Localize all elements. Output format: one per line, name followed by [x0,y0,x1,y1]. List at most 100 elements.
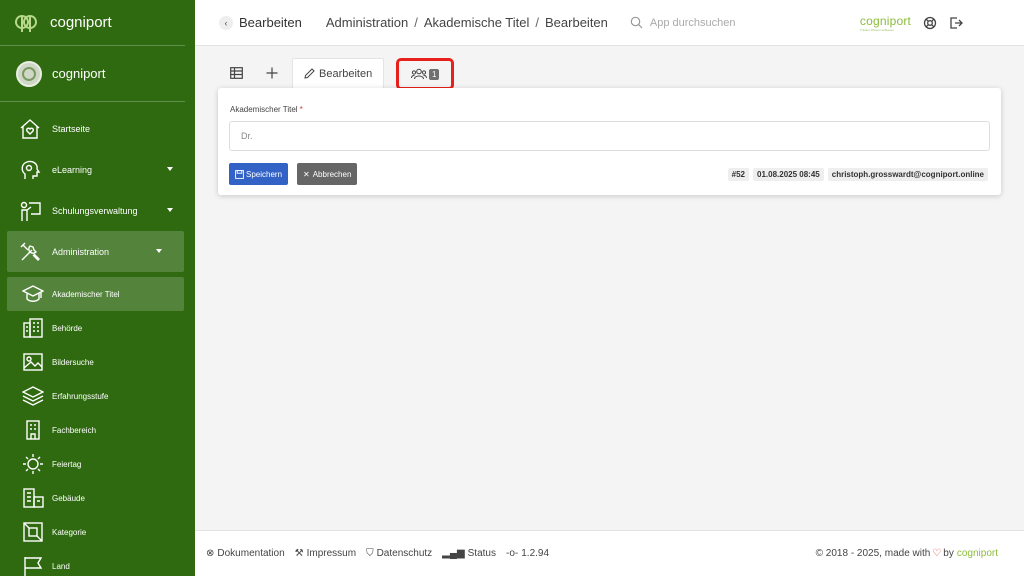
version-label: 1.2.94 [521,548,550,559]
sidebar-item-label: Startseite [52,123,91,134]
sidebar-item-administration[interactable]: Administration [7,231,184,272]
save-icon [235,169,244,179]
sidebar-item-label: eLearning [52,164,93,175]
chevron-down-icon [167,208,173,212]
top-header: ‹ Bearbeiten Administration / Akademisch… [195,0,1024,46]
buildings-icon [22,487,44,509]
sidebar-subitem-gebaeude[interactable]: Gebäude [0,481,195,515]
cancel-button[interactable]: ✕ Abbrechen [297,163,358,185]
tools-icon [18,240,42,264]
heart-icon: ♡ [932,548,942,559]
avatar [16,60,42,87]
footer-link-label: Impressum [306,548,357,559]
building-icon [22,317,44,339]
sidebar-item-label: Kategorie [52,527,87,537]
save-button[interactable]: Speichern [229,163,289,185]
sidebar-item-startseite[interactable]: Startseite [0,108,195,149]
lifebuoy-icon: ⊗ [206,548,215,559]
footer-link-datenschutz[interactable]: ⛉ Datenschutz [366,548,432,559]
main-content: Bearbeiten 1 Akademischer Titel * Dr. Spe… [195,46,1024,530]
breadcrumb-item: Bearbeiten [545,15,608,30]
record-id: #52 [727,168,750,181]
sidebar-brand[interactable]: cogniport [0,0,185,46]
breadcrumb-item[interactable]: Akademische Titel [424,15,530,30]
footer-link-dokumentation[interactable]: ⊗ Dokumentation [206,548,285,559]
sidebar-subitem-land[interactable]: Land [0,549,195,576]
back-label: Bearbeiten [239,15,302,30]
layers-icon [22,385,44,407]
copyright-text: © 2018 - 2025, made with [815,548,931,559]
footer: ⊗ Dokumentation ⚒ Impressum ⛉ Datenschut… [195,530,1024,576]
sidebar-item-label: Feiertag [52,459,82,469]
tab-users[interactable]: 1 [396,58,455,90]
sidebar-subitem-akademischer-titel[interactable]: Akademischer Titel [7,277,184,311]
back-button[interactable]: ‹ Bearbeiten [219,15,302,30]
tab-label: Bearbeiten [319,67,373,80]
breadcrumb-separator: / [414,15,418,30]
save-label: Speichern [246,169,283,179]
search-input[interactable]: App durchsuchen [630,16,850,29]
footer-link-label: Datenschutz [376,548,433,559]
shield-icon: ⛉ [366,548,374,559]
home-heart-icon [18,117,42,141]
users-count-badge: 1 [428,68,440,80]
copyright-brand: cogniport [956,548,998,559]
breadcrumb-item[interactable]: Administration [326,15,408,30]
header-actions [923,16,963,30]
chevron-left-icon: ‹ [219,15,233,30]
sidebar-item-schulungsverwaltung[interactable]: Schulungsverwaltung [0,190,195,231]
tab-add[interactable] [254,58,290,88]
copyright-by: by [943,548,954,559]
footer-link-label: Status [467,548,496,559]
tab-table[interactable] [218,58,254,88]
chevron-down-icon [167,167,173,171]
record-meta: #52 01.08.2025 08:45 christoph.grossward… [727,168,988,181]
org-name: cogniport [52,66,106,81]
chevron-down-icon [156,249,162,253]
sidebar-subitem-bildersuche[interactable]: Bildersuche [0,345,195,379]
sidebar-item-label: Behörde [52,323,83,333]
breadcrumb: Administration / Akademische Titel / Bea… [326,15,608,30]
sidebar-subitem-fachbereich[interactable]: Fachbereich [0,413,195,447]
flag-icon [22,555,44,576]
akademischer-titel-label: Akademischer Titel * [230,105,303,114]
sidebar-item-label: Akademischer Titel [52,289,120,299]
sidebar-item-elearning[interactable]: eLearning [0,149,195,190]
sidebar-subitem-feiertag[interactable]: Feiertag [0,447,195,481]
head-gear-icon [18,158,42,182]
field-value: Dr. [241,131,253,141]
sidebar: cogniport cogniport Startseite eLearning… [0,0,195,576]
header-logo: cogniport Tracker Wissen aufbauen [860,14,911,32]
sidebar-subitem-erfahrungsstufe[interactable]: Erfahrungsstufe [0,379,195,413]
sidebar-subitem-kategorie[interactable]: Kategorie [0,515,195,549]
category-icon [22,521,44,543]
pencil-icon [304,68,315,79]
record-date: 01.08.2025 08:45 [753,168,824,181]
sidebar-item-label: Land [52,561,70,571]
footer-link-status[interactable]: ▂▄▆ Status [442,548,496,559]
sidebar-item-label: Administration [52,246,110,257]
support-icon[interactable] [923,16,937,30]
plus-icon [266,67,278,79]
table-icon [229,67,243,79]
brand-name: cogniport [50,14,112,31]
akademischer-titel-field[interactable]: Dr. [229,121,990,151]
edit-form-card: Akademischer Titel * Dr. Speichern ✕ Abbr… [218,88,1001,195]
tab-edit[interactable]: Bearbeiten [292,58,385,88]
footer-link-impressum[interactable]: ⚒ Impressum [295,548,356,559]
graduation-cap-icon [22,283,44,305]
copyright: © 2018 - 2025, made with ♡ by cogniport [816,548,998,559]
header-brand-name: cogniport [859,13,912,28]
footer-version: -o- 1.2.94 [506,548,549,559]
org-switcher[interactable]: cogniport [0,46,185,102]
cogniport-logo-icon [15,14,37,32]
required-marker: * [299,105,303,114]
signal-icon: ▂▄▆ [442,548,465,559]
office-icon [22,419,44,441]
record-user: christoph.grosswardt@cogniport.online [827,168,988,181]
sidebar-nav: Startseite eLearning Schulungsverwaltung… [0,102,195,576]
logout-icon[interactable] [949,16,963,30]
sidebar-subitem-behoerde[interactable]: Behörde [0,311,195,345]
sidebar-item-label: Schulungsverwaltung [52,205,138,216]
sidebar-item-label: Bildersuche [52,357,94,367]
